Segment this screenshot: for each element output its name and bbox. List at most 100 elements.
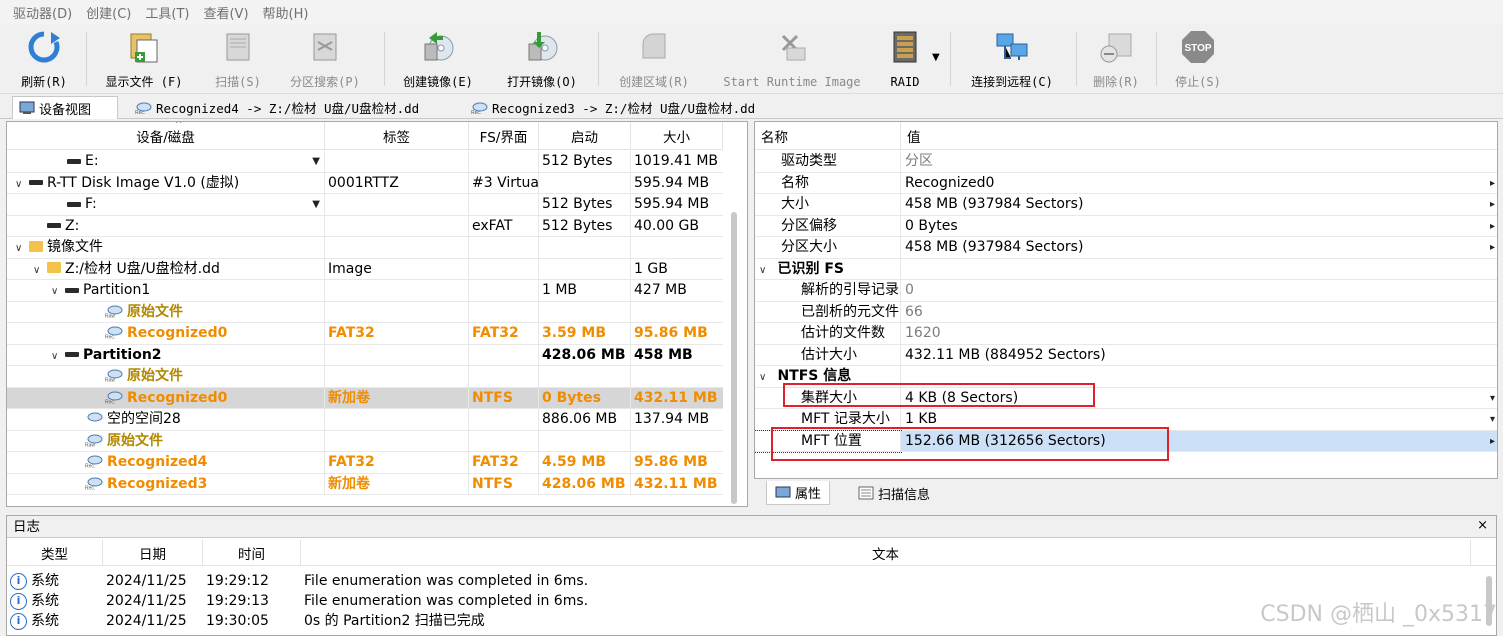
property-row[interactable]: 估计大小 432.11 MB (884952 Sectors) — [755, 344, 1497, 366]
column-header-label[interactable]: 标签 — [325, 122, 469, 150]
expand-toggle-icon[interactable]: ∨ — [51, 281, 65, 301]
log-row[interactable]: i 系统 2024/11/25 19:29:12 File enumeration wa… — [7, 571, 1496, 591]
tab-scan-info[interactable]: 扫描信息 — [852, 481, 936, 505]
properties-body: 驱动类型 分区 名称 Recognized0 ▸ 大小 458 MB (937984 Sec… — [755, 151, 1497, 471]
tree-row[interactable]: Raw 原始文件 — [7, 301, 723, 323]
column-header-fs[interactable]: FS/界面 — [469, 122, 539, 150]
show-files-button[interactable]: 显示文件 (F) — [100, 28, 188, 90]
expand-toggle-icon[interactable]: ∨ — [759, 260, 773, 280]
raid-button[interactable]: RAID — [884, 28, 926, 90]
property-expand-arrow-icon[interactable]: ▸ — [1490, 216, 1495, 237]
column-header-start[interactable]: 启动 — [539, 122, 631, 150]
refresh-button[interactable]: 刷新(R) — [16, 28, 72, 90]
expand-toggle-icon[interactable]: ∨ — [15, 174, 29, 194]
tree-row[interactable]: ∨ Partition2 428.06 MB 458 MB — [7, 344, 723, 366]
column-header-value[interactable]: 值 — [901, 122, 1497, 150]
property-row[interactable]: MFT 位置 152.66 MB (312656 Sectors) ▸ — [755, 429, 1497, 453]
tree-item-label: F: — [85, 196, 97, 212]
open-image-button[interactable]: 打开镜像(O) — [500, 28, 584, 90]
raid-dropdown-arrow-icon[interactable]: ▼ — [932, 52, 940, 63]
menu-drive[interactable]: 驱动器(D) — [6, 3, 79, 22]
tree-cell-value: Image — [328, 260, 372, 277]
log-header-date[interactable]: 日期 — [103, 540, 203, 566]
tree-row[interactable]: Raw 原始文件 — [7, 366, 723, 388]
log-value: File enumeration was completed in 6ms. — [304, 573, 589, 589]
create-image-button[interactable]: 创建镜像(E) — [396, 28, 480, 90]
tab-properties[interactable]: 属性 — [766, 481, 831, 505]
tree-row[interactable]: Rec. Recognized0 新加卷 NTFS 0 Bytes 432.11 MB — [7, 387, 723, 409]
property-name-cell: 估计大小 — [755, 344, 901, 366]
expand-toggle-icon[interactable]: ∨ — [759, 367, 773, 387]
tree-row[interactable]: Rec. Recognized4 FAT32 FAT32 4.59 MB 95.86 MB — [7, 452, 723, 474]
tree-cell-name: Raw 原始文件 — [7, 366, 325, 388]
tree-row[interactable]: 空的空间28 886.06 MB 137.94 MB — [7, 409, 723, 431]
expand-toggle-icon[interactable]: ∨ — [51, 346, 65, 366]
tree-cell-name: ∨ 镜像文件 — [7, 237, 325, 259]
column-header-name[interactable]: 名称 — [755, 122, 901, 150]
tree-cell-name: Rec. Recognized4 — [7, 452, 325, 474]
tree-row[interactable]: E: ▼ 512 Bytes 1019.41 MB — [7, 151, 723, 173]
tree-row[interactable]: ∨ R-TT Disk Image V1.0 (虚拟) 0001RTTZ #3 Vir… — [7, 172, 723, 194]
property-row[interactable]: 估计的文件数 1620 — [755, 323, 1497, 345]
column-header-device[interactable]: 设备/磁盘 — [7, 122, 325, 150]
property-row[interactable]: 大小 458 MB (937984 Sectors) ▸ — [755, 194, 1497, 216]
property-expand-arrow-icon[interactable]: ▸ — [1490, 173, 1495, 194]
property-row[interactable]: 分区大小 458 MB (937984 Sectors) ▸ — [755, 237, 1497, 259]
property-expand-arrow-icon[interactable]: ▸ — [1490, 237, 1495, 258]
tree-row[interactable]: Rec. Recognized0 FAT32 FAT32 3.59 MB 95.86 MB — [7, 323, 723, 345]
property-expand-arrow-icon[interactable]: ▸ — [1490, 431, 1495, 452]
tab-recognized4[interactable]: Rec. Recognized4 -> Z:/检材 U盘/U盘检材.dd — [128, 96, 454, 119]
property-row[interactable]: 名称 Recognized0 ▸ — [755, 172, 1497, 194]
delete-button[interactable]: 删除(R) — [1088, 28, 1144, 90]
tree-row[interactable]: ∨ Partition1 1 MB 427 MB — [7, 280, 723, 302]
start-runtime-image-button[interactable]: Start Runtime Image — [716, 28, 868, 90]
property-row[interactable]: 分区偏移 0 Bytes ▸ — [755, 215, 1497, 237]
tab-device-view[interactable]: 设备视图 — [12, 96, 118, 119]
device-tree-scrollbar[interactable] — [731, 212, 737, 504]
property-expand-arrow-icon[interactable]: ▸ — [1490, 194, 1495, 215]
expand-toggle-icon[interactable]: ∨ — [15, 238, 29, 258]
property-row[interactable]: MFT 记录大小 1 KB ▾ — [755, 409, 1497, 431]
property-row[interactable]: 集群大小 4 KB (8 Sectors) ▾ — [755, 387, 1497, 409]
tree-row[interactable]: F: ▼ 512 Bytes 595.94 MB — [7, 194, 723, 216]
log-header-time[interactable]: 时间 — [203, 540, 301, 566]
menu-tools[interactable]: 工具(T) — [138, 3, 196, 22]
property-expand-arrow-icon[interactable]: ▾ — [1490, 388, 1495, 409]
property-row[interactable]: 解析的引导记录 0 — [755, 280, 1497, 302]
menu-create[interactable]: 创建(C) — [79, 3, 138, 22]
tree-row[interactable]: ∨ 镜像文件 — [7, 237, 723, 259]
tree-row[interactable]: Z: exFAT 512 Bytes 40.00 GB — [7, 215, 723, 237]
dropdown-arrow-icon[interactable]: ▼ — [312, 194, 320, 215]
property-row[interactable]: 已剖析的元文件 66 — [755, 301, 1497, 323]
log-header-type[interactable]: 类型 — [7, 540, 103, 566]
property-row[interactable]: 驱动类型 分区 — [755, 151, 1497, 173]
tree-cell-value: 新加卷 — [328, 389, 370, 406]
menu-view[interactable]: 查看(V) — [196, 3, 255, 22]
property-name-cell: 大小 — [755, 194, 901, 216]
dropdown-arrow-icon[interactable]: ▼ — [312, 151, 320, 172]
property-row[interactable]: ∨ 已识别 FS — [755, 258, 1497, 280]
tab-recognized3[interactable]: Rec. Recognized3 -> Z:/检材 U盘/U盘检材.dd — [464, 96, 786, 119]
property-value-cell: Recognized0 ▸ — [901, 173, 1497, 194]
log-header-text[interactable]: 文本 — [301, 540, 1471, 566]
property-row[interactable]: ∨ NTFS 信息 — [755, 366, 1497, 388]
property-name-cell: MFT 记录大小 — [755, 409, 901, 431]
connect-remote-button[interactable]: 连接到远程(C) — [962, 28, 1062, 90]
partition-search-button[interactable]: 分区搜索(P) — [284, 28, 366, 90]
log-close-button[interactable]: × — [1477, 518, 1488, 533]
create-region-button[interactable]: 创建区域(R) — [612, 28, 696, 90]
scan-button[interactable]: 扫描(S) — [210, 28, 266, 90]
tree-cell-label — [325, 151, 469, 173]
expand-toggle-icon[interactable]: ∨ — [33, 260, 47, 280]
property-expand-arrow-icon[interactable]: ▾ — [1490, 409, 1495, 430]
menu-help[interactable]: 帮助(H) — [256, 3, 316, 22]
log-value: 2024/11/25 — [106, 573, 187, 589]
tree-row[interactable]: Raw 原始文件 — [7, 430, 723, 452]
tree-row[interactable]: ∨ Z:/检材 U盘/U盘检材.dd Image 1 GB — [7, 258, 723, 280]
tree-row[interactable]: Rec. Recognized3 新加卷 NTFS 428.06 MB 432.11 MB — [7, 473, 723, 495]
column-header-size[interactable]: 大小 — [631, 122, 723, 150]
tree-item-label: Partition2 — [83, 346, 162, 363]
stop-button[interactable]: STOP 停止(S) — [1168, 28, 1228, 90]
tab-strip: 设备视图 Rec. Recognized4 -> Z:/检材 U盘/U盘检材.d… — [0, 95, 1503, 119]
tree-item-label: 镜像文件 — [47, 239, 103, 255]
